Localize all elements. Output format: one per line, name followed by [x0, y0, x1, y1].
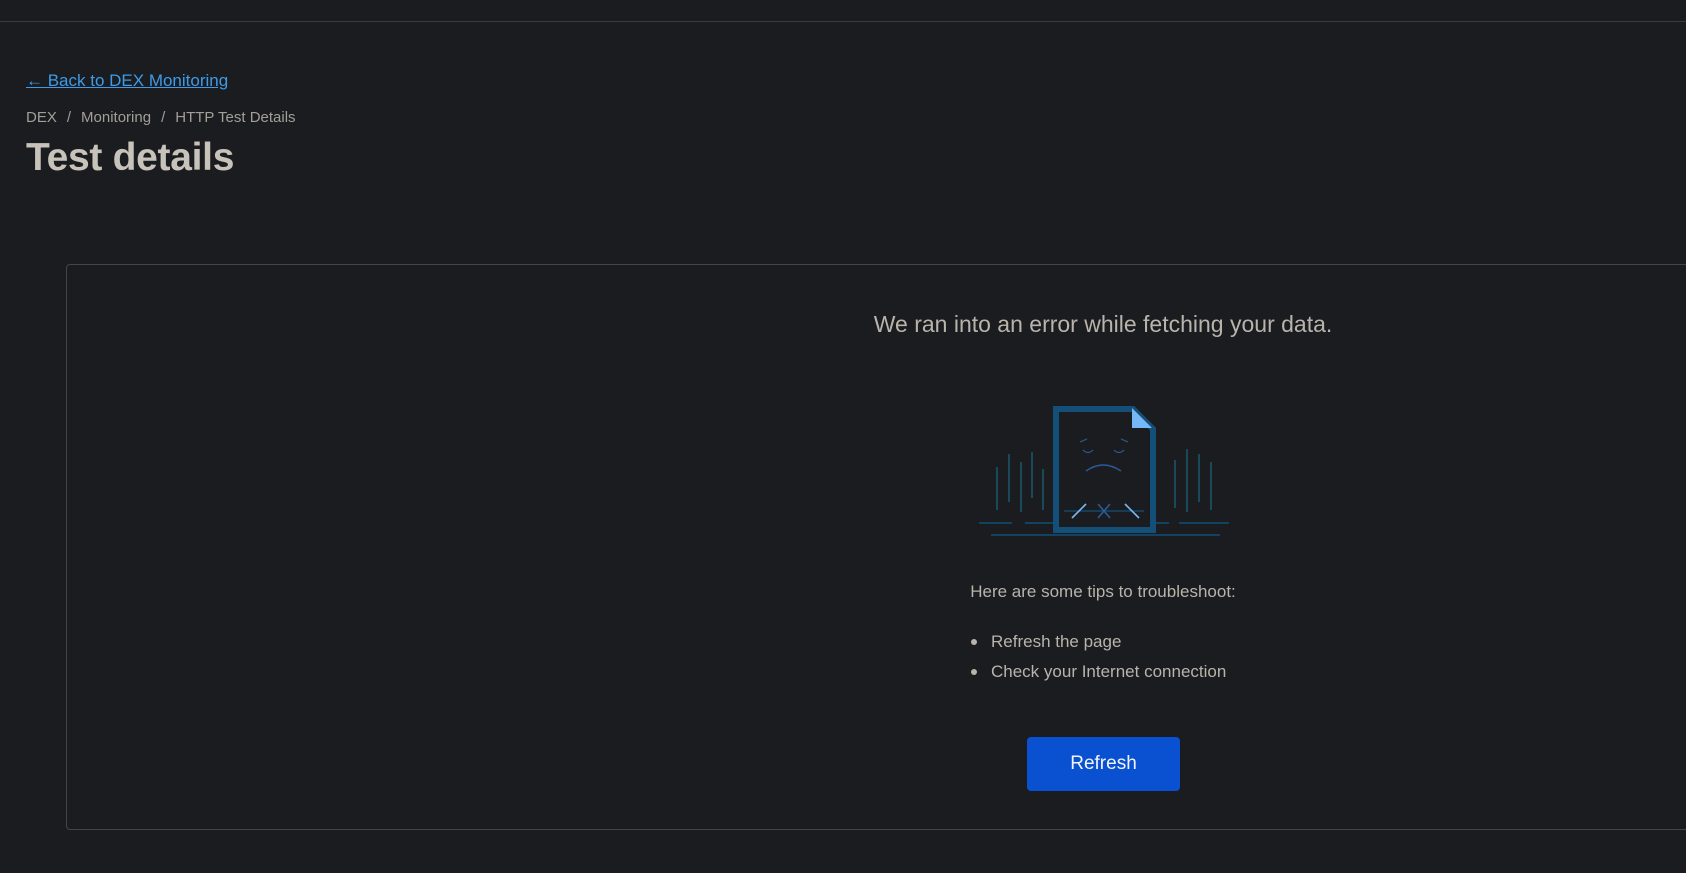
breadcrumb-separator: /: [161, 109, 166, 126]
list-item: Refresh the page: [961, 627, 1226, 657]
breadcrumb-item-current: HTTP Test Details: [175, 109, 296, 126]
breadcrumb-separator: /: [66, 109, 72, 126]
tip-text: Refresh the page: [991, 632, 1122, 651]
sad-document-icon: [979, 406, 1229, 536]
tips-heading: Here are some tips to troubleshoot:: [970, 582, 1236, 601]
back-to-dex-monitoring-link[interactable]: ← Back to DEX Monitoring: [26, 71, 228, 91]
top-bar: [0, 0, 1686, 22]
tip-text: Check your Internet connection: [991, 662, 1227, 681]
list-item: Check your Internet connection: [961, 657, 1226, 687]
error-message: We ran into an error while fetching your…: [873, 311, 1333, 337]
breadcrumb: DEX / Monitoring / HTTP Test Details: [26, 109, 296, 126]
bullet-icon: [971, 669, 977, 675]
error-card: [66, 264, 1686, 830]
breadcrumb-item-dex[interactable]: DEX: [26, 109, 57, 126]
bullet-icon: [971, 639, 977, 645]
page-title: Test details: [26, 136, 235, 179]
refresh-button[interactable]: Refresh: [1027, 737, 1180, 791]
tips-list: Refresh the page Check your Internet con…: [961, 627, 1226, 687]
breadcrumb-item-monitoring[interactable]: Monitoring: [81, 109, 151, 126]
